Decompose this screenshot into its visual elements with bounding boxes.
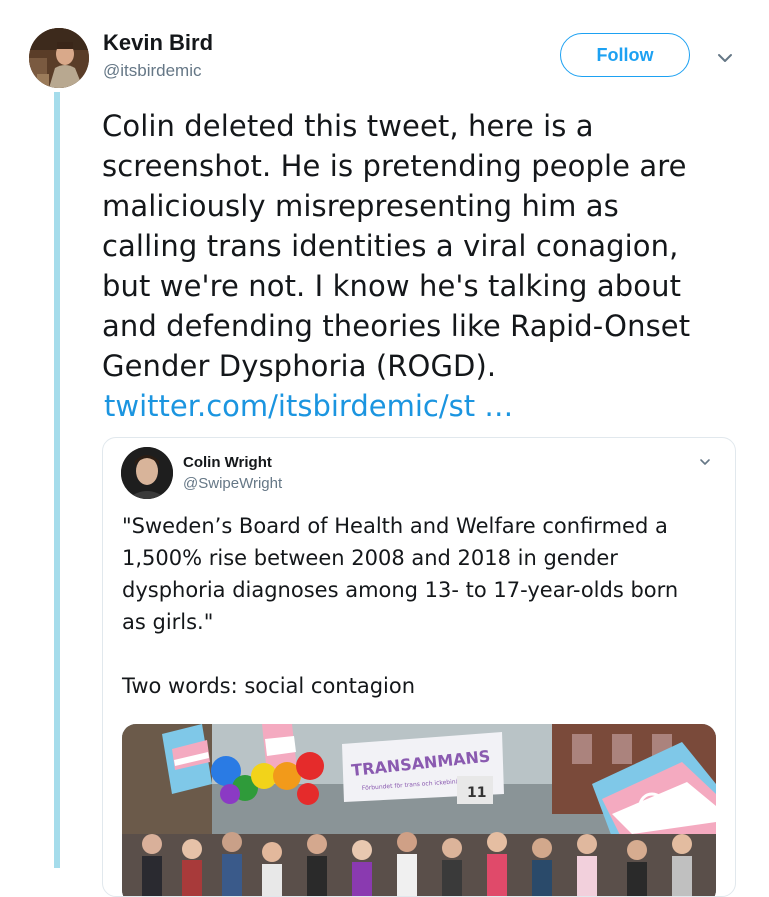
sign-number: 11	[467, 785, 486, 801]
quoted-text-line: 1,500% rise between 2008 and 2018 in gen…	[122, 546, 618, 570]
avatar-photo	[29, 28, 89, 88]
author-name[interactable]: Kevin Bird	[103, 30, 213, 56]
tweet-link[interactable]: twitter.com/itsbirdemic/st …	[104, 386, 513, 426]
follow-button[interactable]: Follow	[560, 33, 690, 77]
quoted-tweet-card[interactable]: Colin Wright @SwipeWright "Sweden’s Boar…	[102, 437, 736, 897]
quoted-tweet-text: "Sweden’s Board of Health and Welfare co…	[122, 510, 722, 702]
tweet-text-line: Gender Dysphoria (ROGD).	[102, 349, 497, 383]
tweet-text-line: Colin deleted this tweet, here is a	[102, 109, 594, 143]
tweet-text-line: but we're not. I know he's talking about	[102, 269, 682, 303]
chevron-down-icon[interactable]	[714, 47, 736, 69]
chevron-down-icon[interactable]	[697, 454, 713, 470]
avatar[interactable]	[29, 28, 89, 88]
quoted-tweet-image[interactable]: TRANSANMANS Förbundet för trans och icke…	[122, 724, 716, 896]
thread-connector-line	[54, 92, 60, 868]
quoted-avatar-photo	[121, 447, 173, 499]
author-handle[interactable]: @itsbirdemic	[103, 61, 202, 81]
tweet-text-line: calling trans identities a viral conagio…	[102, 229, 679, 263]
tweet-text-line: screenshot. He is pretending people are	[102, 149, 687, 183]
quoted-author-name[interactable]: Colin Wright	[183, 454, 272, 471]
tweet-text: Colin deleted this tweet, here is a scre…	[102, 106, 752, 386]
pride-parade-photo: TRANSANMANS Förbundet för trans och icke…	[122, 724, 716, 896]
tweet-text-line: and defending theories like Rapid-Onset	[102, 309, 691, 343]
quoted-text-line: "Sweden’s Board of Health and Welfare co…	[122, 514, 668, 538]
tweet-text-line: maliciously misrepresenting him as	[102, 189, 619, 223]
quoted-text-line: Two words: social contagion	[122, 674, 416, 698]
quoted-text-line: as girls."	[122, 610, 214, 634]
quoted-text-line: dysphoria diagnoses among 13- to 17-year…	[122, 578, 679, 602]
quoted-author-handle[interactable]: @SwipeWright	[183, 475, 282, 492]
quoted-avatar[interactable]	[121, 447, 173, 499]
